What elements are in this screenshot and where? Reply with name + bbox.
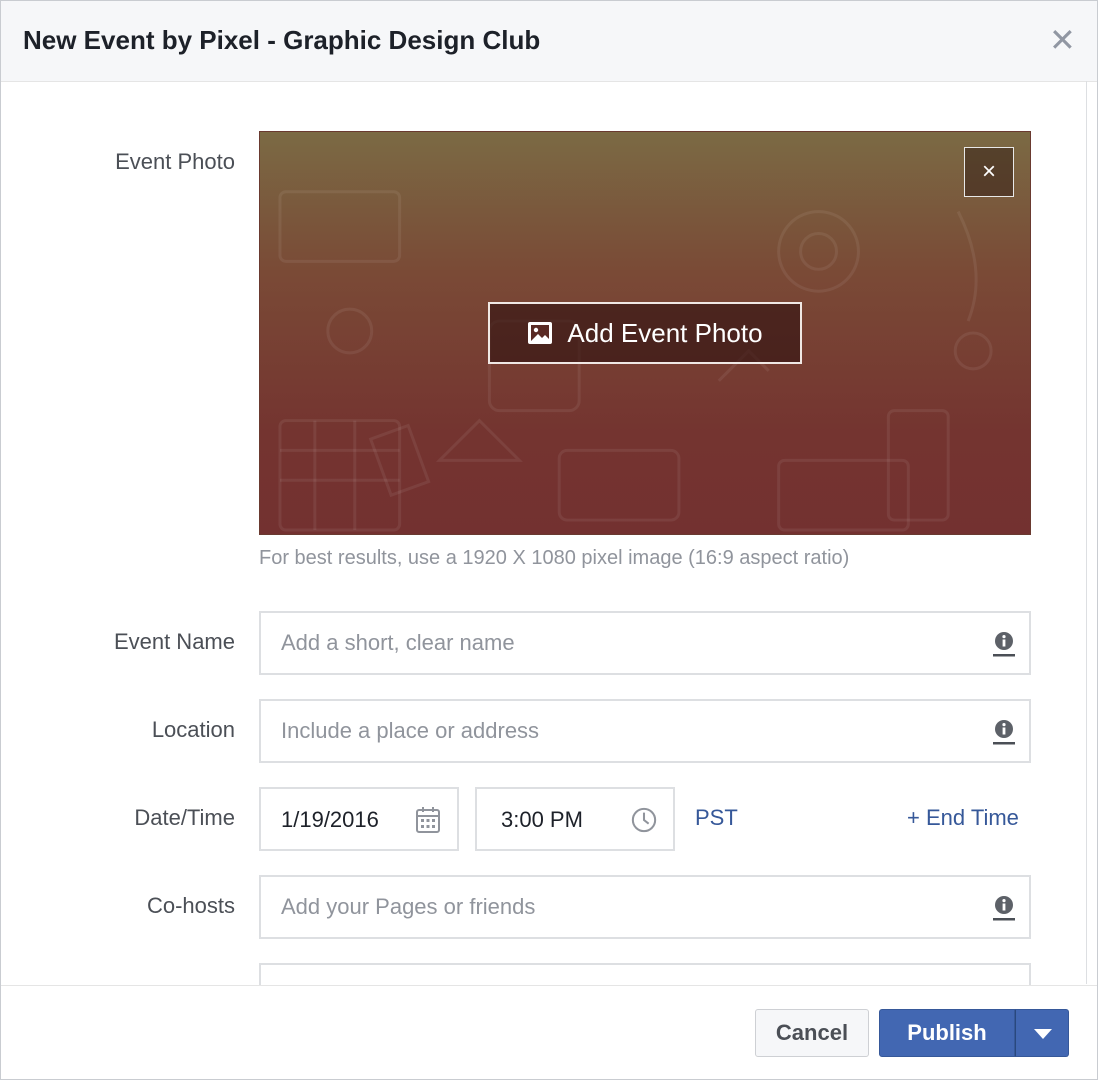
- event-name-input[interactable]: Add a short, clear name: [259, 611, 1031, 675]
- info-icon[interactable]: [993, 719, 1015, 745]
- cancel-button[interactable]: Cancel: [755, 1009, 869, 1057]
- publish-button[interactable]: Publish: [879, 1009, 1015, 1057]
- event-photo-area[interactable]: × Add Event Photo: [259, 131, 1031, 535]
- remove-photo-button[interactable]: ×: [964, 147, 1014, 197]
- add-event-photo-button[interactable]: Add Event Photo: [488, 302, 802, 364]
- caret-down-icon: [1034, 1029, 1052, 1039]
- event-name-label: Event Name: [113, 629, 235, 654]
- location-input[interactable]: Include a place or address: [259, 699, 1031, 763]
- next-field-input[interactable]: [259, 963, 1031, 985]
- location-label: Location: [151, 717, 235, 742]
- image-icon: [528, 322, 553, 344]
- add-end-time-link[interactable]: + End Time: [907, 805, 1019, 831]
- close-icon[interactable]: ✕: [1049, 24, 1076, 56]
- event-name-placeholder: Add a short, clear name: [281, 630, 515, 655]
- location-placeholder: Include a place or address: [281, 718, 540, 743]
- timezone-link[interactable]: PST: [695, 805, 738, 831]
- cohosts-label: Co-hosts: [146, 893, 235, 918]
- dialog-header: New Event by Pixel - Graphic Design Club…: [1, 1, 1097, 82]
- create-event-dialog: New Event by Pixel - Graphic Design Club…: [0, 0, 1098, 1080]
- time-input[interactable]: 3:00 PM: [475, 787, 675, 851]
- datetime-label: Date/Time: [134, 805, 235, 830]
- time-value: 3:00 PM: [501, 807, 583, 832]
- photo-size-hint: For best results, use a 1920 X 1080 pixe…: [259, 547, 850, 569]
- calendar-icon[interactable]: [415, 806, 441, 834]
- info-icon[interactable]: [993, 895, 1015, 921]
- dialog-title: New Event by Pixel - Graphic Design Club: [23, 25, 541, 55]
- clock-icon[interactable]: [631, 806, 657, 834]
- scrollbar-track[interactable]: [1086, 81, 1097, 984]
- publish-options-button[interactable]: [1015, 1009, 1069, 1057]
- cohosts-placeholder: Add your Pages or friends: [281, 894, 536, 919]
- date-value: 1/19/2016: [281, 807, 379, 832]
- event-photo-label: Event Photo: [115, 149, 235, 174]
- date-input[interactable]: 1/19/2016: [259, 787, 459, 851]
- cohosts-input[interactable]: Add your Pages or friends: [259, 875, 1031, 939]
- add-event-photo-label: Add Event Photo: [567, 317, 763, 348]
- info-icon[interactable]: [993, 631, 1015, 657]
